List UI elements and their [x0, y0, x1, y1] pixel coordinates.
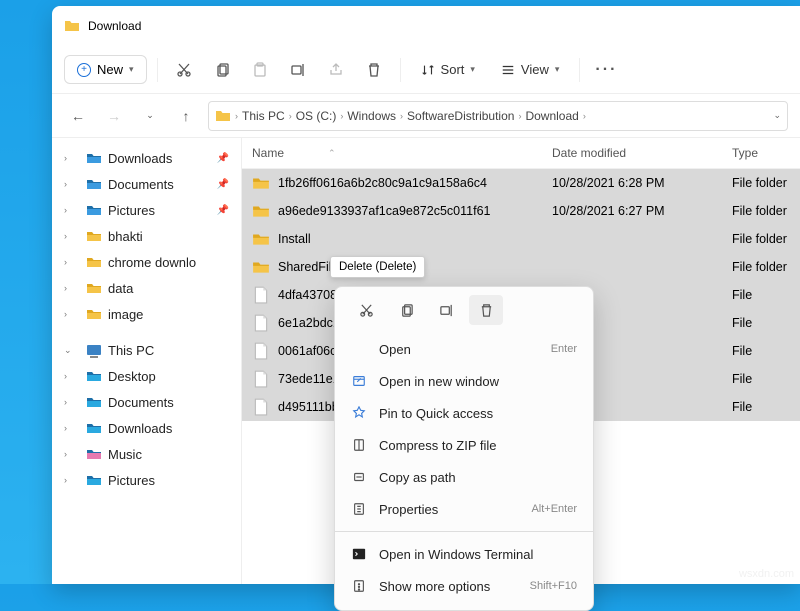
sidebar-item-pictures[interactable]: ›Pictures📌	[58, 198, 235, 222]
folder-icon	[86, 228, 102, 244]
chevron-down-icon: ▾	[129, 64, 134, 75]
folder-icon	[86, 254, 102, 270]
delete-tooltip: Delete (Delete)	[330, 256, 425, 278]
terminal-icon	[351, 546, 367, 562]
new-button[interactable]: + New ▾	[64, 55, 147, 84]
sidebar-item-data[interactable]: ›data	[58, 276, 235, 300]
sidebar-item-downloads[interactable]: ›Downloads📌	[58, 146, 235, 170]
sidebar: ›Downloads📌›Documents📌›Pictures📌›bhakti›…	[52, 138, 242, 584]
sidebar-item-bhakti[interactable]: ›bhakti	[58, 224, 235, 248]
context-menu: OpenEnterOpen in new windowPin to Quick …	[334, 286, 594, 611]
pc-icon	[86, 342, 102, 358]
sidebar-item-music[interactable]: ›Music	[58, 442, 235, 466]
pin-icon: 📌	[217, 205, 229, 216]
copy-icon[interactable]	[206, 54, 238, 86]
folder-icon	[86, 368, 102, 384]
toolbar: + New ▾ Sort ▾ View ▾ ···	[52, 46, 800, 94]
folder-icon	[252, 174, 270, 192]
folder-icon	[86, 150, 102, 166]
table-row[interactable]: 1fb26ff0616a6b2c80c9a1c9a158a6c410/28/20…	[242, 169, 800, 197]
ctx-compress to zip file[interactable]: Compress to ZIP file	[335, 429, 593, 461]
plus-icon: +	[77, 63, 91, 77]
cut-icon[interactable]	[349, 295, 383, 325]
titlebar: Download	[52, 6, 800, 46]
col-type: Type	[732, 146, 790, 160]
sidebar-item-downloads[interactable]: ›Downloads	[58, 416, 235, 440]
recent-chevron[interactable]: ⌄	[136, 102, 164, 130]
column-headers[interactable]: Name ⌃ Date modified Type	[242, 138, 800, 169]
ctx-show more options[interactable]: Show more optionsShift+F10	[335, 570, 593, 602]
ctx-pin to quick access[interactable]: Pin to Quick access	[335, 397, 593, 429]
file-icon	[252, 286, 270, 304]
nav-row: ← → ⌄ ↑ › This PC› OS (C:)› Windows› Sof…	[52, 94, 800, 138]
more-icon[interactable]: ···	[590, 54, 622, 86]
folder-icon	[252, 258, 270, 276]
ctx-copy as path[interactable]: Copy as path	[335, 461, 593, 493]
file-icon	[252, 342, 270, 360]
watermark: wsxdn.com	[739, 568, 794, 580]
sidebar-item-documents[interactable]: ›Documents📌	[58, 172, 235, 196]
cut-icon[interactable]	[168, 54, 200, 86]
file-icon	[252, 370, 270, 388]
window-icon	[351, 373, 367, 389]
folder-icon	[86, 420, 102, 436]
folder-icon	[252, 202, 270, 220]
up-button[interactable]: ↑	[172, 102, 200, 130]
folder-icon	[86, 202, 102, 218]
file-icon	[252, 398, 270, 416]
back-button[interactable]: ←	[64, 102, 92, 130]
path-icon	[351, 469, 367, 485]
table-row[interactable]: a96ede9133937af1ca9e872c5c011f6110/28/20…	[242, 197, 800, 225]
more-icon	[351, 578, 367, 594]
folder-icon	[86, 176, 102, 192]
col-date: Date modified	[552, 146, 732, 160]
rename-icon[interactable]	[429, 295, 463, 325]
chevron-down-icon[interactable]: ⌄	[773, 110, 781, 121]
sidebar-item-desktop[interactable]: ›Desktop	[58, 364, 235, 388]
copy-icon[interactable]	[389, 295, 423, 325]
star-icon	[351, 405, 367, 421]
paste-icon[interactable]	[244, 54, 276, 86]
sidebar-item-chrome downlo[interactable]: ›chrome downlo	[58, 250, 235, 274]
ctx-open in new window[interactable]: Open in new window	[335, 365, 593, 397]
pin-icon: 📌	[217, 153, 229, 164]
sort-button[interactable]: Sort ▾	[411, 56, 485, 83]
sidebar-item-documents[interactable]: ›Documents	[58, 390, 235, 414]
sidebar-item-pictures[interactable]: ›Pictures	[58, 468, 235, 492]
forward-button[interactable]: →	[100, 102, 128, 130]
folder-icon	[252, 230, 270, 248]
view-button[interactable]: View ▾	[491, 56, 569, 83]
ctx-open[interactable]: OpenEnter	[335, 333, 593, 365]
delete-icon[interactable]	[358, 54, 390, 86]
address-bar[interactable]: › This PC› OS (C:)› Windows› SoftwareDis…	[208, 101, 788, 131]
folder-icon	[86, 394, 102, 410]
sidebar-item-image[interactable]: ›image	[58, 302, 235, 326]
sidebar-item-this-pc[interactable]: ⌄This PC	[58, 338, 235, 362]
zip-icon	[351, 437, 367, 453]
table-row[interactable]: InstallFile folder	[242, 225, 800, 253]
col-name: Name ⌃	[252, 146, 552, 160]
file-icon	[252, 314, 270, 332]
window-title: Download	[88, 19, 141, 33]
table-row[interactable]: SharedFileCacheFile folder	[242, 253, 800, 281]
share-icon[interactable]	[320, 54, 352, 86]
folder-icon	[215, 108, 231, 124]
folder-icon	[86, 446, 102, 462]
blank-icon	[351, 341, 367, 357]
folder-icon	[86, 280, 102, 296]
ctx-open in windows terminal[interactable]: Open in Windows Terminal	[335, 538, 593, 570]
rename-icon[interactable]	[282, 54, 314, 86]
delete-icon[interactable]	[469, 295, 503, 325]
pin-icon: 📌	[217, 179, 229, 190]
chevron-down-icon: ▾	[470, 64, 475, 75]
folder-icon	[86, 472, 102, 488]
props-icon	[351, 501, 367, 517]
folder-icon	[64, 18, 80, 34]
ctx-properties[interactable]: PropertiesAlt+Enter	[335, 493, 593, 525]
folder-icon	[86, 306, 102, 322]
chevron-down-icon: ▾	[555, 64, 560, 75]
